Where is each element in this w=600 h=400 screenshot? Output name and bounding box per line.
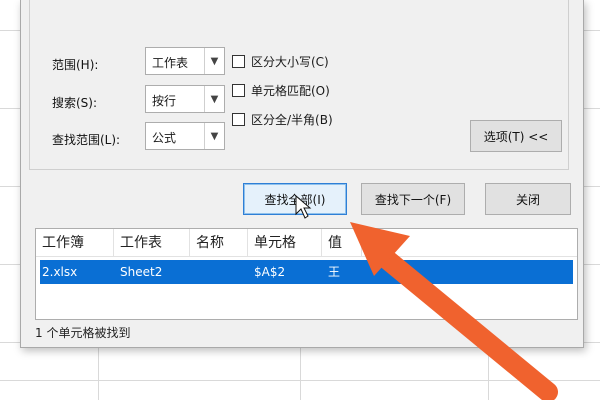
match-width-checkbox[interactable]: 区分全/半角(B) (232, 111, 333, 128)
match-width-label: 区分全/半角(B) (251, 113, 333, 127)
chevron-down-icon: ▼ (204, 86, 224, 112)
find-all-button[interactable]: 查找全部(I) (243, 183, 347, 215)
find-replace-dialog: 范围(H): 工作表 ▼ 搜索(S): 按行 ▼ 查找范围(L): 公式 ▼ 区… (20, 0, 584, 348)
search-label: 搜索(S): (52, 96, 98, 110)
match-case-checkbox[interactable]: 区分大小写(C) (232, 53, 329, 70)
results-list[interactable]: 工作簿 工作表 名称 单元格 值 公式 2.xlsx Sheet2 $A$2 王 (35, 228, 578, 320)
column-header-workbook[interactable]: 工作簿 (36, 229, 114, 257)
search-order-value: 按行 (152, 94, 177, 108)
column-header-cell[interactable]: 单元格 (248, 229, 322, 257)
column-header-sheet[interactable]: 工作表 (114, 229, 190, 257)
column-header-name[interactable]: 名称 (190, 229, 248, 257)
look-in-label: 查找范围(L): (52, 133, 121, 147)
match-case-label: 区分大小写(C) (251, 55, 329, 69)
result-sheet: Sheet2 (120, 265, 163, 279)
options-toggle-button[interactable]: 选项(T) << (470, 120, 562, 152)
chevron-down-icon: ▼ (204, 123, 224, 149)
match-cell-checkbox[interactable]: 单元格匹配(O) (232, 82, 330, 99)
scope-value: 工作表 (152, 56, 189, 70)
column-header-value[interactable]: 值 (322, 229, 362, 257)
options-panel: 范围(H): 工作表 ▼ 搜索(S): 按行 ▼ 查找范围(L): 公式 ▼ 区… (29, 0, 569, 170)
match-cell-label: 单元格匹配(O) (251, 84, 330, 98)
checkbox-box (232, 113, 245, 126)
checkbox-box (232, 84, 245, 97)
search-order-dropdown[interactable]: 按行 ▼ (145, 85, 225, 113)
scope-dropdown[interactable]: 工作表 ▼ (145, 47, 225, 75)
status-text: 1 个单元格被找到 (35, 326, 131, 340)
result-workbook: 2.xlsx (42, 265, 78, 279)
look-in-value: 公式 (152, 131, 177, 145)
result-value: 王 (328, 265, 341, 279)
table-row[interactable]: 2.xlsx Sheet2 $A$2 王 (40, 260, 573, 284)
find-next-button[interactable]: 查找下一个(F) (361, 183, 465, 215)
results-header: 工作簿 工作表 名称 单元格 值 公式 (36, 229, 577, 257)
close-button[interactable]: 关闭 (485, 183, 571, 215)
column-header-formula[interactable]: 公式 (362, 229, 579, 257)
result-cell: $A$2 (254, 265, 286, 279)
checkbox-box (232, 55, 245, 68)
scope-label: 范围(H): (52, 58, 99, 72)
look-in-dropdown[interactable]: 公式 ▼ (145, 122, 225, 150)
chevron-down-icon: ▼ (204, 48, 224, 74)
